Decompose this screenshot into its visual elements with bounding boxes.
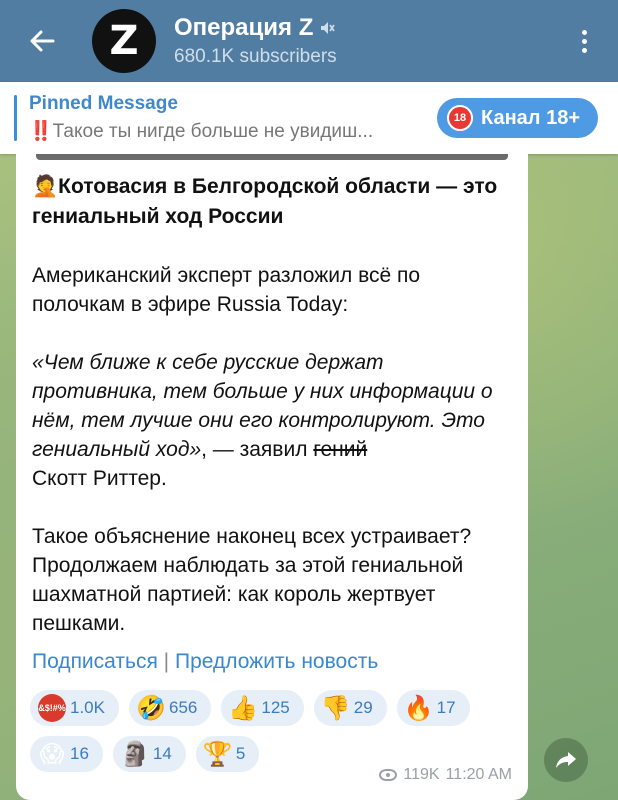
trophy-emoji-icon: 🏆 xyxy=(202,740,233,768)
reaction-count: 29 xyxy=(353,698,373,717)
message-paragraph-3: Такое объяснение наконец всех устраивает… xyxy=(32,525,472,635)
pinned-title: Pinned Message xyxy=(29,93,178,114)
thumbs-down-emoji-icon: 👎 xyxy=(320,694,351,722)
reaction-count: 5 xyxy=(235,744,246,763)
pinned-text: Pinned Message ‼️Такое ты нигде больше н… xyxy=(29,93,437,143)
reaction-fire[interactable]: 🔥 17 xyxy=(396,690,470,726)
reaction-rofl[interactable]: 🤣 656 xyxy=(128,690,212,726)
channel-title-block[interactable]: Операция Z 680.1K subscribers xyxy=(174,14,564,68)
quote-author: Скотт Риттер. xyxy=(32,467,167,490)
reaction-moai[interactable]: 🗿 14 xyxy=(112,736,186,772)
message-paragraph-1: Американский эксперт разложил всё по пол… xyxy=(32,264,421,316)
menu-dot xyxy=(581,38,587,44)
reaction-scream[interactable]: 😱 16 xyxy=(30,736,103,772)
message-text: 🤦Котовасия в Белгородской области — это … xyxy=(32,172,510,638)
bubble-media-edge xyxy=(36,154,508,160)
subscriber-count: 680.1K subscribers xyxy=(174,46,337,67)
channel-name: Операция Z xyxy=(174,14,564,42)
channel-avatar[interactable]: Z xyxy=(92,9,156,73)
message-time: 11:20 AM xyxy=(445,766,512,783)
reaction-trophy[interactable]: 🏆 5 xyxy=(195,736,260,772)
message-links: Подписаться | Предложить новость xyxy=(32,650,378,674)
arrow-left-icon xyxy=(30,30,55,52)
reaction-angry[interactable]: &$!#% 1.0K xyxy=(30,690,119,726)
mute-icon xyxy=(321,22,336,34)
message-headline: 🤦Котовасия в Белгородской области — это … xyxy=(32,172,510,232)
angry-swear-emoji-icon: &$!#% xyxy=(38,694,66,722)
view-count: 119K xyxy=(403,766,440,783)
reaction-count: 1.0K xyxy=(70,698,105,717)
reaction-count: 16 xyxy=(70,744,89,763)
reactions-row: &$!#% 1.0K 🤣 656 👍 125 👎 29 🔥 17 xyxy=(30,690,520,726)
facepalm-emoji-icon: 🤦 xyxy=(32,175,59,198)
fire-emoji-icon: 🔥 xyxy=(403,694,434,722)
share-arrow-icon xyxy=(556,752,576,768)
menu-dot xyxy=(581,47,587,53)
reaction-thumbs-up[interactable]: 👍 125 xyxy=(221,690,304,726)
pinned-indicator xyxy=(14,95,17,141)
channel-18-button[interactable]: 18 Канал 18+ xyxy=(437,98,598,138)
chat-header: Z Операция Z 680.1K subscribers xyxy=(0,0,618,82)
reaction-count: 125 xyxy=(261,698,290,717)
message-meta: 119K 11:20 AM xyxy=(379,766,512,784)
reaction-count: 656 xyxy=(168,698,198,717)
channel-18-label: Канал 18+ xyxy=(481,106,580,129)
age-18-icon: 18 xyxy=(447,105,474,131)
strikethrough-word: гений xyxy=(313,438,368,461)
reaction-count: 14 xyxy=(152,744,172,763)
pinned-preview-text: Такое ты нигде больше не увидиш... xyxy=(52,121,374,142)
more-menu-button[interactable] xyxy=(564,19,604,63)
subscribe-link[interactable]: Подписаться xyxy=(32,650,158,673)
more-vertical-icon xyxy=(581,29,587,35)
share-button[interactable] xyxy=(544,738,588,782)
double-exclamation-icon: ‼️ xyxy=(29,121,53,142)
suggest-news-link[interactable]: Предложить новость xyxy=(175,650,378,673)
rofl-emoji-icon: 🤣 xyxy=(136,694,166,722)
message-bubble[interactable]: 🤦Котовасия в Белгородской области — это … xyxy=(16,154,528,800)
link-separator: | xyxy=(163,650,170,673)
message-quote-paragraph: «Чем ближе к себе русские держат противн… xyxy=(32,348,510,493)
reaction-count: 17 xyxy=(436,698,456,717)
eye-icon xyxy=(379,769,398,781)
headline-text: Котовасия в Белгородской области — это г… xyxy=(32,175,498,228)
channel-name-text: Операция Z xyxy=(174,14,314,41)
moai-emoji-icon: 🗿 xyxy=(119,740,150,768)
pinned-preview: ‼️Такое ты нигде больше не увидиш... xyxy=(29,119,399,143)
thumbs-up-emoji-icon: 👍 xyxy=(228,694,259,722)
reaction-thumbs-down[interactable]: 👎 29 xyxy=(313,690,387,726)
back-button[interactable] xyxy=(20,19,64,63)
said-by-text: , — заявил xyxy=(201,438,314,461)
avatar-letter: Z xyxy=(109,18,139,64)
scream-emoji-icon: 😱 xyxy=(39,740,65,768)
pinned-message-bar[interactable]: Pinned Message ‼️Такое ты нигде больше н… xyxy=(0,82,618,154)
